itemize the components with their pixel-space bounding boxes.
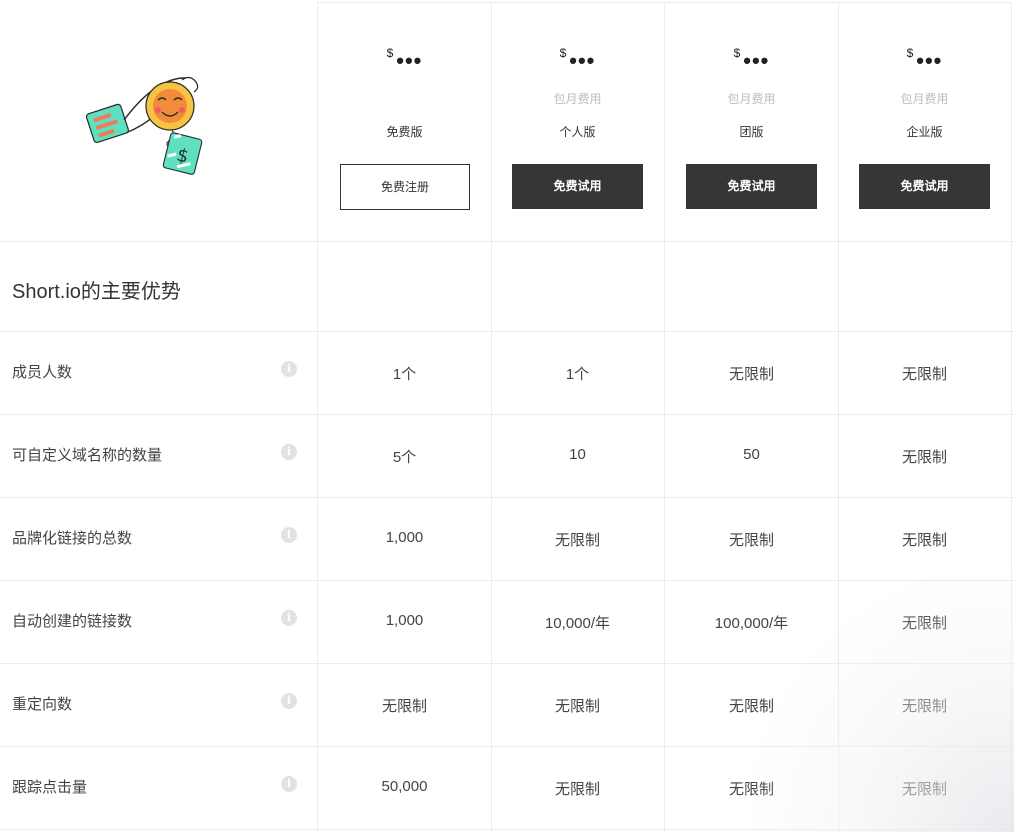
currency-symbol: $	[386, 46, 394, 60]
plan-period: 包月费用	[900, 92, 949, 106]
feature-value: 1,000	[385, 529, 424, 546]
info-icon[interactable]: i	[281, 361, 297, 377]
price-hidden: •••	[396, 48, 423, 73]
section-title: Short.io的主要优势	[12, 281, 181, 303]
price-hidden: •••	[916, 48, 943, 73]
currency-symbol: $	[733, 46, 741, 60]
grid-divider	[0, 241, 1014, 242]
feature-value: 无限制	[554, 781, 600, 798]
feature-value: 无限制	[728, 698, 774, 715]
feature-label: 品牌化链接的总数	[12, 530, 133, 547]
info-icon[interactable]: i	[281, 610, 297, 626]
feature-value: 无限制	[901, 366, 947, 383]
plan-personal: $ ••• 包月费用 个人版 免费试用	[491, 0, 664, 241]
feature-value: 5个	[392, 449, 417, 466]
plan-price: $ •••	[838, 44, 1011, 73]
feature-value: 10,000/年	[544, 615, 611, 632]
currency-symbol: $	[559, 46, 567, 60]
plan-name: 团版	[739, 125, 764, 139]
feature-label: 跟踪点击量	[12, 779, 88, 796]
hand-holding-money-bag-icon: $	[85, 76, 203, 175]
feature-value: 无限制	[901, 615, 947, 632]
plan-price: $ •••	[318, 44, 491, 73]
plan-name: 企业版	[906, 125, 943, 139]
free-trial-button[interactable]: 免费试用	[512, 164, 643, 209]
plan-period: 包月费用	[553, 92, 602, 106]
price-hidden: •••	[569, 48, 596, 73]
feature-value: 无限制	[728, 366, 774, 383]
feature-label: 自动创建的链接数	[12, 613, 133, 630]
plan-name: 个人版	[559, 125, 596, 139]
feature-value: 10	[569, 446, 586, 463]
feature-value: 无限制	[381, 698, 427, 715]
currency-symbol: $	[906, 46, 914, 60]
plan-free: $ ••• 免费版 免费注册	[318, 0, 491, 241]
feature-value: 无限制	[901, 532, 947, 549]
feature-value: 无限制	[901, 449, 947, 466]
feature-row: 重定向数 i 无限制 无限制 无限制 无限制	[0, 663, 1014, 746]
feature-row: 成员人数 i 1个 1个 无限制 无限制	[0, 331, 1014, 414]
info-icon[interactable]: i	[281, 527, 297, 543]
feature-label: 可自定义域名称的数量	[12, 447, 163, 464]
feature-value: 无限制	[901, 781, 947, 798]
plan-price: $ •••	[665, 44, 838, 73]
feature-row: 自动创建的链接数 i 1,000 10,000/年 100,000/年 无限制	[0, 580, 1014, 663]
feature-value: 1个	[392, 366, 417, 383]
plan-team: $ ••• 包月费用 团版 免费试用	[665, 0, 838, 241]
feature-row: 品牌化链接的总数 i 1,000 无限制 无限制 无限制	[0, 497, 1014, 580]
feature-label: 重定向数	[12, 696, 73, 713]
feature-value: 无限制	[554, 532, 600, 549]
feature-value: 1个	[565, 366, 590, 383]
feature-value: 1,000	[385, 612, 424, 629]
free-trial-button[interactable]: 免费试用	[686, 164, 817, 209]
feature-row: 跟踪点击量 i 50,000 无限制 无限制 无限制	[0, 746, 1014, 829]
plan-price: $ •••	[491, 44, 664, 73]
info-icon[interactable]: i	[281, 693, 297, 709]
feature-row: 可自定义域名称的数量 i 5个 10 50 无限制	[0, 414, 1014, 497]
feature-value: 50,000	[381, 778, 428, 795]
grid-divider	[0, 829, 1014, 830]
feature-value: 无限制	[901, 698, 947, 715]
feature-value: 50	[743, 446, 760, 463]
feature-value: 100,000/年	[714, 615, 789, 632]
feature-value: 无限制	[728, 781, 774, 798]
feature-label: 成员人数	[12, 364, 73, 381]
info-icon[interactable]: i	[281, 776, 297, 792]
plan-name: 免费版	[386, 125, 423, 139]
plan-enterprise: $ ••• 包月费用 企业版 免费试用	[838, 0, 1011, 241]
free-trial-button[interactable]: 免费试用	[859, 164, 990, 209]
feature-value: 无限制	[728, 532, 774, 549]
free-signup-button[interactable]: 免费注册	[340, 164, 470, 210]
info-icon[interactable]: i	[281, 444, 297, 460]
feature-value: 无限制	[554, 698, 600, 715]
plan-period: 包月费用	[727, 92, 776, 106]
price-hidden: •••	[743, 48, 770, 73]
